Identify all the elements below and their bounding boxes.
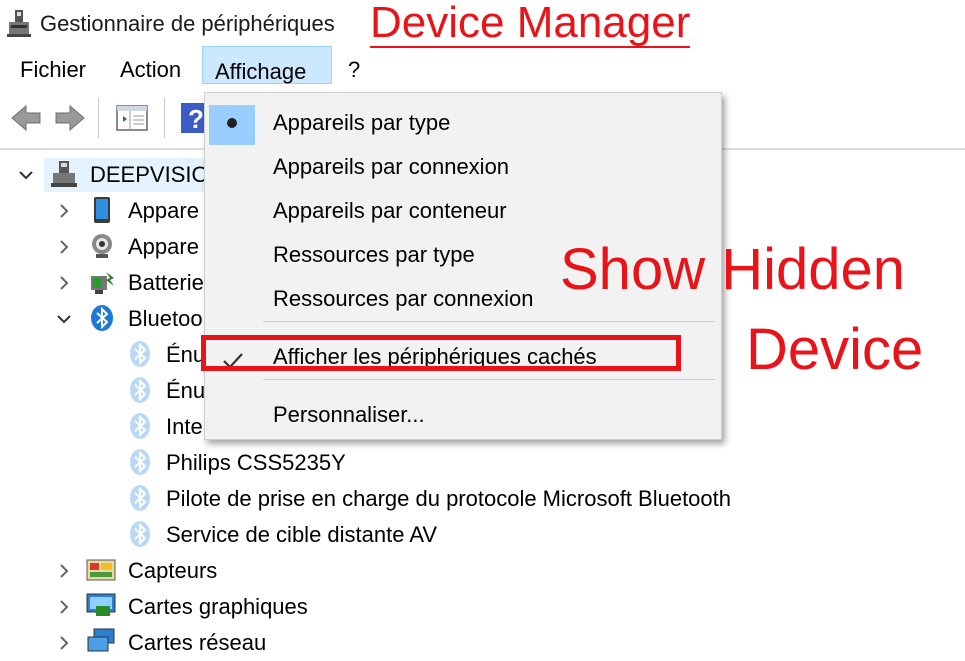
menu-separator	[263, 379, 715, 380]
bluetooth-icon	[126, 448, 154, 476]
device-manager-app-icon	[6, 8, 32, 38]
menu-item-label: Appareils par connexion	[273, 154, 510, 179]
tree-category-label[interactable]: Capteurs	[128, 554, 217, 588]
bluetooth-icon	[126, 412, 154, 440]
chevron-right-icon[interactable]	[56, 275, 72, 291]
menu-item-label: Personnaliser...	[273, 402, 425, 427]
bluetooth-icon	[88, 304, 116, 332]
svg-text:?: ?	[188, 104, 204, 134]
bluetooth-icon	[126, 484, 154, 512]
menu-item-appareils-par-connexion[interactable]: Appareils par connexion	[205, 145, 721, 185]
bluetooth-icon	[126, 376, 154, 404]
menu-item-appareils-par-type[interactable]: Appareils par type	[205, 101, 721, 145]
toolbar-separator	[164, 98, 165, 138]
chevron-right-icon[interactable]	[56, 599, 72, 615]
menu-item-personnaliser[interactable]: Personnaliser...	[205, 393, 721, 433]
tree-item-label[interactable]: Inte	[166, 410, 203, 444]
window-title: Gestionnaire de périphériques	[40, 11, 335, 36]
tree-category-label[interactable]: Appare	[128, 194, 199, 228]
tree-category-label[interactable]: Cartes réseau	[128, 626, 266, 660]
battery-icon	[88, 268, 116, 296]
bluetooth-icon	[126, 340, 154, 368]
menu-help[interactable]: ?	[336, 52, 372, 88]
tree-item-label[interactable]: Service de cible distante AV	[166, 518, 437, 552]
tree-item-label[interactable]: Pilote de prise en charge du protocole M…	[166, 482, 731, 516]
menu-item-label: Appareils par conteneur	[273, 198, 507, 223]
tree-item-label[interactable]: Énu	[166, 374, 205, 408]
annotation-show-hidden: Show Hidden	[560, 237, 905, 302]
radio-bullet-icon	[227, 118, 237, 128]
sensor-icon	[86, 556, 116, 584]
menu-bar: Fichier Action Affichage ?	[0, 46, 965, 88]
menu-item-label: Ressources par connexion	[273, 286, 534, 311]
menu-fichier[interactable]: Fichier	[8, 52, 98, 88]
computer-icon	[50, 160, 78, 188]
chevron-right-icon[interactable]	[56, 239, 72, 255]
chevron-down-icon[interactable]	[18, 167, 34, 183]
back-arrow-icon[interactable]	[8, 100, 44, 136]
annotation-device: Device	[746, 317, 924, 382]
tree-category-label[interactable]: Batterie	[128, 266, 204, 300]
device-icon	[88, 196, 116, 224]
webcam-icon	[88, 232, 116, 260]
title-bar: Gestionnaire de périphériques Device Man…	[0, 0, 965, 52]
menu-item-appareils-par-conteneur[interactable]: Appareils par conteneur	[205, 189, 721, 229]
menu-item-label: Appareils par type	[273, 110, 451, 135]
menu-item-label: Ressources par type	[273, 242, 475, 267]
chevron-down-icon[interactable]	[56, 311, 72, 327]
annotation-device-manager: Device Manager	[370, 0, 691, 48]
tree-category-label[interactable]: Appare	[128, 230, 199, 264]
menu-affichage[interactable]: Affichage	[202, 46, 332, 84]
properties-icon[interactable]	[114, 100, 150, 136]
menu-action[interactable]: Action	[108, 52, 193, 88]
display-adapter-icon	[86, 592, 116, 620]
network-adapter-icon	[86, 628, 115, 656]
tree-item-label[interactable]: Énu	[166, 338, 205, 372]
menu-separator	[263, 321, 715, 322]
chevron-right-icon[interactable]	[56, 635, 72, 651]
tree-item-label[interactable]: Philips CSS5235Y	[166, 446, 346, 480]
forward-arrow-icon[interactable]	[52, 100, 88, 136]
annotation-highlight-box	[201, 335, 681, 371]
chevron-right-icon[interactable]	[56, 563, 72, 579]
bluetooth-icon	[126, 520, 154, 548]
chevron-right-icon[interactable]	[56, 203, 72, 219]
tree-category-label[interactable]: Bluetoo	[128, 302, 203, 336]
tree-category-label[interactable]: Cartes graphiques	[128, 590, 308, 624]
toolbar-separator	[98, 98, 99, 138]
